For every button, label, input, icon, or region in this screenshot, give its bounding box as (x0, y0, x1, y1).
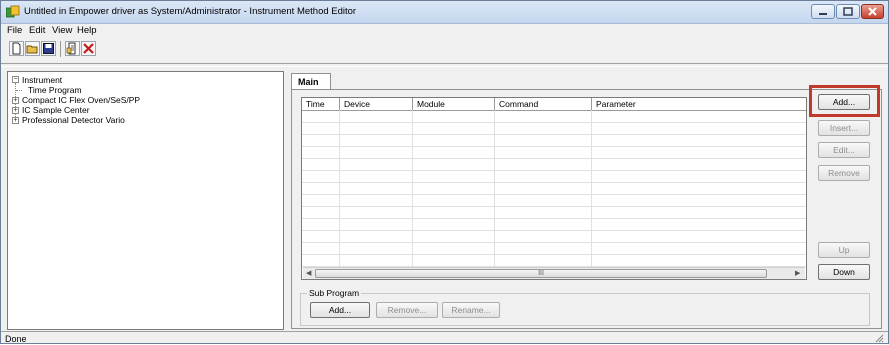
tree-node-professional-detector-vario[interactable]: Professional Detector Vario (22, 115, 125, 125)
table-row[interactable] (302, 183, 806, 195)
remove-button[interactable]: Remove (818, 165, 870, 181)
expander-ic-sample-center[interactable]: + (12, 107, 19, 114)
sub-program-rename-button[interactable]: Rename... (442, 302, 500, 318)
up-button[interactable]: Up (818, 242, 870, 258)
scroll-right-arrow-icon[interactable]: ▶ (795, 269, 800, 277)
open-button[interactable] (25, 41, 40, 56)
column-header-device[interactable]: Device (340, 98, 413, 110)
table-row[interactable] (302, 219, 806, 231)
status-text: Done (5, 334, 27, 344)
column-header-time[interactable]: Time (302, 98, 340, 110)
add-button-highlight (809, 85, 880, 117)
save-icon (43, 43, 54, 54)
table-row[interactable] (302, 171, 806, 183)
instrument-tree[interactable]: − Instrument Time Program + Compact IC F… (7, 71, 284, 330)
menu-view[interactable]: View (52, 25, 72, 36)
status-bar: Done (1, 331, 888, 345)
sub-program-add-button[interactable]: Add... (310, 302, 370, 318)
sub-program-label: Sub Program (307, 288, 362, 298)
minimize-icon (819, 13, 827, 15)
save-button[interactable] (41, 41, 56, 56)
horizontal-scrollbar[interactable]: ◀ III ▶ (303, 267, 805, 279)
app-icon (6, 5, 20, 18)
toolbar (6, 39, 886, 61)
table-row[interactable] (302, 255, 806, 267)
menu-bar: File Edit View Help (1, 23, 888, 38)
tab-main[interactable]: Main (291, 73, 331, 90)
tree-node-compact-ic-flex-oven[interactable]: Compact IC Flex Oven/SeS/PP (22, 95, 140, 105)
delete-icon (83, 43, 94, 54)
title-bar[interactable]: Untitled in Empower driver as System/Adm… (1, 1, 888, 24)
column-header-command[interactable]: Command (495, 98, 592, 110)
expander-compact-ic[interactable]: + (12, 97, 19, 104)
time-program-table[interactable]: Time Device Module Command Parameter Co … (301, 97, 807, 280)
table-row[interactable] (302, 243, 806, 255)
minimize-button[interactable] (811, 4, 835, 19)
tree-node-ic-sample-center[interactable]: IC Sample Center (22, 105, 90, 115)
instrument-method-editor-window: Untitled in Empower driver as System/Adm… (0, 0, 889, 344)
new-icon (12, 42, 21, 55)
down-button[interactable]: Down (818, 264, 870, 280)
toolbar-divider (1, 63, 888, 67)
new-button[interactable] (9, 41, 24, 56)
window-title: Untitled in Empower driver as System/Adm… (24, 6, 357, 17)
menu-edit[interactable]: Edit (29, 25, 45, 36)
menu-help[interactable]: Help (77, 25, 97, 36)
table-row[interactable] (302, 195, 806, 207)
edit-button[interactable]: Edit... (818, 142, 870, 158)
properties-button[interactable] (65, 41, 80, 56)
table-row[interactable] (302, 159, 806, 171)
table-row[interactable] (302, 135, 806, 147)
close-button[interactable] (861, 4, 884, 19)
table-row[interactable] (302, 123, 806, 135)
column-header-module[interactable]: Module (413, 98, 495, 110)
table-row[interactable] (302, 207, 806, 219)
open-icon (26, 45, 38, 54)
scrollbar-grip: III (538, 270, 544, 277)
insert-button[interactable]: Insert... (818, 120, 870, 136)
tree-connector (16, 90, 22, 91)
delete-button[interactable] (81, 41, 96, 56)
table-row[interactable] (302, 111, 806, 123)
tree-node-time-program[interactable]: Time Program (28, 85, 82, 95)
table-row[interactable] (302, 231, 806, 243)
maximize-button[interactable] (836, 4, 860, 19)
close-icon (868, 7, 877, 16)
expander-professional-detector[interactable]: + (12, 117, 19, 124)
table-header: Time Device Module Command Parameter Co (302, 98, 806, 111)
expander-instrument[interactable]: − (12, 76, 19, 83)
sub-program-remove-button[interactable]: Remove... (376, 302, 438, 318)
column-header-parameter[interactable]: Parameter (592, 98, 806, 110)
maximize-icon (843, 7, 853, 16)
tree-node-instrument[interactable]: Instrument (22, 75, 62, 85)
scroll-left-arrow-icon[interactable]: ◀ (306, 269, 311, 277)
properties-icon (66, 42, 76, 55)
menu-file[interactable]: File (7, 25, 22, 36)
toolbar-separator (60, 41, 61, 57)
table-row[interactable] (302, 147, 806, 159)
pane-splitter[interactable] (286, 71, 290, 330)
scrollbar-thumb[interactable]: III (315, 269, 767, 278)
resize-grip-icon[interactable] (875, 334, 884, 343)
